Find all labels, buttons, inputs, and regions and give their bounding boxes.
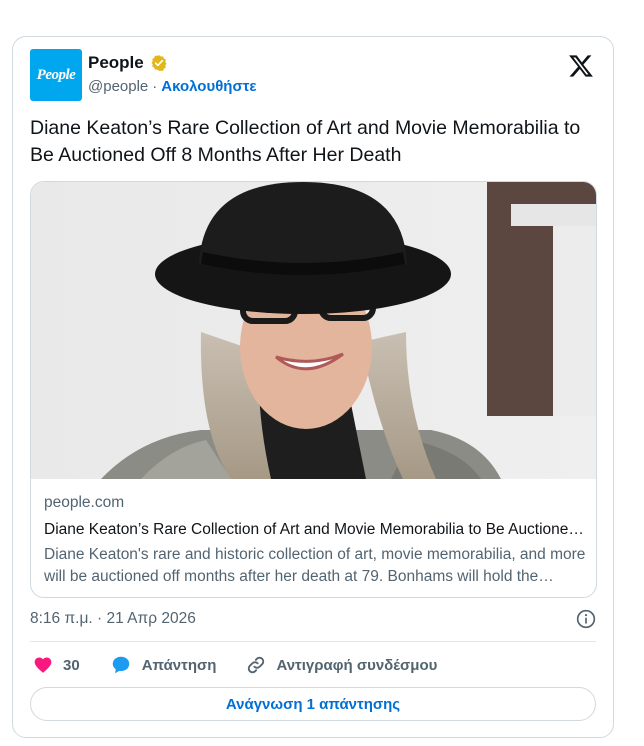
link-preview-card[interactable]: people.com Diane Keaton’s Rare Collectio… [30, 181, 597, 598]
reply-button[interactable]: Απάντηση [110, 654, 217, 676]
tweet-header: People People @people · Ακολουθήστε [30, 49, 596, 105]
avatar-logo-text: People [36, 66, 76, 83]
info-icon[interactable] [576, 609, 596, 629]
copy-link-button[interactable]: Αντιγραφή συνδέσμου [246, 655, 437, 675]
tweet-text: Diane Keaton’s Rare Collection of Art an… [30, 117, 581, 166]
reply-bubble-icon [112, 656, 129, 674]
avatar[interactable]: People [30, 49, 82, 101]
copy-link-label: Αντιγραφή συνδέσμου [276, 656, 438, 674]
reply-label: Απάντηση [141, 656, 217, 674]
like-count: 30 [63, 656, 80, 674]
verified-badge-icon [151, 55, 167, 71]
like-button[interactable]: 30 [33, 655, 80, 675]
link-title: Diane Keaton’s Rare Collection of Art an… [44, 521, 589, 538]
article-photo [31, 182, 596, 479]
handle-separator: · [152, 78, 158, 95]
heart-icon [34, 657, 52, 673]
author-handle[interactable]: @people [88, 78, 148, 95]
handle-row: @people · Ακολουθήστε [88, 78, 257, 95]
author-name[interactable]: People [88, 53, 144, 73]
link-description: Diane Keaton's rare and historic collect… [44, 546, 586, 585]
follow-button[interactable]: Ακολουθήστε [161, 78, 256, 95]
link-preview-text: people.com Diane Keaton’s Rare Collectio… [44, 494, 589, 588]
action-bar: 30 Απάντηση Αντιγραφή συνδέσμου [33, 653, 467, 677]
tweet-timestamp[interactable]: 8:16 π.μ. · 21 Απρ 2026 [30, 610, 196, 628]
author-row: People [88, 53, 168, 73]
tweet-embed-card: People People @people · Ακολουθήστε Dian… [12, 36, 614, 738]
divider [30, 641, 596, 642]
x-logo-icon[interactable] [568, 53, 594, 79]
link-icon [248, 656, 265, 674]
link-domain: people.com [44, 494, 125, 511]
read-replies-button[interactable]: Ανάγνωση 1 απάντησης [30, 687, 596, 721]
